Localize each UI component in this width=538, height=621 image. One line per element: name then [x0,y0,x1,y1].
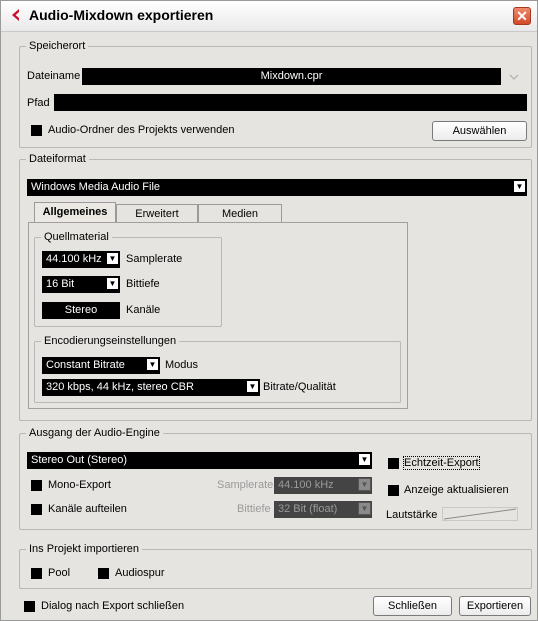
quell-samplerate-label: Samplerate [126,253,183,265]
dialog-schliessen-checkbox[interactable] [24,601,35,612]
lautstaerke-slider[interactable] [442,507,518,521]
audiospur-label: Audiospur [115,567,165,579]
bitrate-value: 320 kbps, 44 kHz, stereo CBR [46,381,194,393]
tab-allgemeines[interactable]: Allgemeines [34,202,116,223]
kanaele-aufteilen-checkbox[interactable] [31,504,42,515]
output-value: Stereo Out (Stereo) [31,454,127,466]
quell-bittiefe-label: Bittiefe [126,278,160,290]
quell-samplerate-select[interactable]: 44.100 kHz ▼ [42,251,120,268]
cubase-logo-icon [12,9,19,21]
pool-checkbox[interactable] [31,568,42,579]
output-select[interactable]: Stereo Out (Stereo) ▼ [27,452,372,469]
quellmaterial-legend: Quellmaterial [44,231,109,243]
schliessen-button[interactable]: Schließen [373,596,452,616]
bitrate-label: Bitrate/Qualität [263,381,336,393]
chevron-down-icon: ▼ [358,453,371,466]
lautstaerke-label: Lautstärke [386,509,438,521]
tab-erweitert[interactable]: Erweitert [116,204,198,223]
bitrate-select[interactable]: 320 kbps, 44 kHz, stereo CBR ▼ [42,379,260,396]
chevron-down-icon: ▼ [106,277,119,290]
pfad-field[interactable] [54,94,527,111]
window-title: Audio-Mixdown exportieren [29,7,214,23]
anzeige-aktualisieren-label: Anzeige aktualisieren [404,484,509,496]
audio-ordner-label: Audio-Ordner des Projekts verwenden [48,124,235,136]
modus-label: Modus [165,359,199,371]
modus-select[interactable]: Constant Bitrate ▼ [42,357,160,374]
audiospur-checkbox[interactable] [98,568,109,579]
close-button[interactable]: ✕ [513,7,531,25]
chevron-down-icon: ▼ [513,180,526,193]
mono-export-label: Mono-Export [48,479,111,491]
dialog-schliessen-label: Dialog nach Export schließen [41,600,185,612]
chevron-down-icon: ▼ [106,252,119,265]
ausgang-samplerate-select[interactable]: 44.100 kHz ▼ [274,477,372,494]
ausgang-bittiefe-label: Bittiefe [237,503,271,515]
chevron-down-icon: ▼ [246,380,259,393]
quell-bittiefe-select[interactable]: 16 Bit ▼ [42,276,120,293]
exportieren-button[interactable]: Exportieren [459,596,531,616]
ausgang-samplerate-value: 44.100 kHz [278,479,334,491]
quell-kanaele-value: Stereo [64,304,98,316]
chevron-down-icon[interactable] [508,71,520,83]
tab-medien[interactable]: Medien [198,204,282,223]
ausgang-samplerate-label: Samplerate [217,479,274,491]
chevron-down-icon: ▼ [358,502,371,515]
auswaehlen-button[interactable]: Auswählen [432,121,527,141]
echtzeit-export-label: Echtzeit-Export [403,456,480,470]
chevron-down-icon: ▼ [146,358,159,371]
pool-label: Pool [48,567,71,579]
projekt-legend: Ins Projekt importieren [29,543,140,555]
speicherort-legend: Speicherort [29,40,86,52]
ausgang-legend: Ausgang der Audio-Engine [29,427,160,439]
audio-ordner-checkbox[interactable] [31,125,42,136]
echtzeit-export-checkbox[interactable] [388,458,399,469]
kanaele-aufteilen-label: Kanäle aufteilen [48,503,127,515]
quell-kanaele-label: Kanäle [126,304,161,316]
modus-value: Constant Bitrate [46,359,125,371]
mono-export-checkbox[interactable] [31,480,42,491]
quell-bittiefe-value: 16 Bit [46,278,75,290]
ausgang-bittiefe-value: 32 Bit (float) [278,503,338,515]
format-select[interactable]: Windows Media Audio File ▼ [27,179,527,196]
chevron-down-icon: ▼ [358,478,371,491]
close-icon: ✕ [516,8,528,24]
title-bar[interactable]: Audio-Mixdown exportieren ✕ [1,1,537,32]
quell-kanaele-select[interactable]: Stereo [42,302,120,319]
dateiname-field[interactable]: Mixdown.cpr [82,68,501,85]
format-value: Windows Media Audio File [31,181,161,193]
anzeige-aktualisieren-checkbox[interactable] [388,485,399,496]
quell-samplerate-value: 44.100 kHz [46,253,102,265]
encodierung-legend: Encodierungseinstellungen [44,335,177,347]
projekt-group: Ins Projekt importieren [19,543,532,589]
dateiname-label: Dateiname [27,70,81,82]
export-dialog: Audio-Mixdown exportieren ✕ Speicherort … [0,0,538,621]
dateiname-value: Mixdown.cpr [260,70,323,82]
dateiformat-legend: Dateiformat [29,153,86,165]
pfad-label: Pfad [27,97,50,109]
ausgang-bittiefe-select[interactable]: 32 Bit (float) ▼ [274,501,372,518]
